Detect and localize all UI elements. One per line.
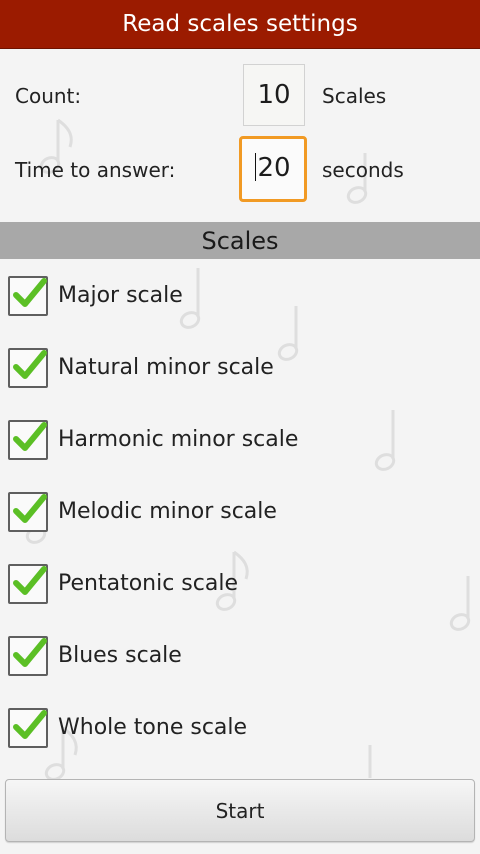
title-bar: Read scales settings [0, 0, 480, 49]
checkbox[interactable] [8, 420, 48, 460]
checkmark-icon [13, 350, 47, 379]
scales-section-header: Scales [0, 222, 480, 259]
scales-heading: Scales [201, 226, 279, 255]
scale-option-label: Pentatonic scale [58, 571, 238, 596]
checkbox[interactable] [8, 708, 48, 748]
scale-option-row[interactable]: Melodic minor scale [0, 484, 480, 540]
checkmark-icon [13, 566, 47, 595]
scale-option-label: Natural minor scale [58, 355, 274, 380]
scale-option-label: Blues scale [58, 643, 182, 668]
scale-option-row[interactable]: Whole tone scale [0, 700, 480, 756]
count-unit: Scales [322, 84, 387, 108]
time-input[interactable]: 20 [239, 136, 307, 202]
scale-option-row[interactable]: Major scale [0, 268, 480, 324]
checkmark-icon [13, 710, 47, 739]
checkmark-icon [13, 278, 47, 307]
checkmark-icon [13, 422, 47, 451]
scale-option-row[interactable]: Natural minor scale [0, 340, 480, 396]
count-label: Count: [15, 84, 82, 108]
time-setting-row: Time to answer: 20 seconds [0, 136, 480, 202]
page-title: Read scales settings [122, 11, 358, 37]
checkbox[interactable] [8, 492, 48, 532]
scale-option-row[interactable]: Harmonic minor scale [0, 412, 480, 468]
checkbox[interactable] [8, 276, 48, 316]
time-unit: seconds [322, 158, 404, 182]
checkmark-icon [13, 494, 47, 523]
count-value: 10 [257, 80, 291, 110]
scale-option-row[interactable]: Pentatonic scale [0, 556, 480, 612]
time-label: Time to answer: [15, 158, 176, 182]
checkbox[interactable] [8, 348, 48, 388]
checkbox[interactable] [8, 636, 48, 676]
scale-option-label: Major scale [58, 283, 183, 308]
scale-option-label: Harmonic minor scale [58, 427, 299, 452]
count-input[interactable]: 10 [243, 64, 305, 126]
scale-option-label: Melodic minor scale [58, 499, 277, 524]
scale-option-row[interactable]: Blues scale [0, 628, 480, 684]
checkbox[interactable] [8, 564, 48, 604]
time-value: 20 [257, 153, 291, 183]
checkmark-icon [13, 638, 47, 667]
start-button[interactable]: Start [5, 779, 475, 842]
count-setting-row: Count: 10 Scales [0, 64, 480, 128]
start-button-label: Start [215, 798, 265, 823]
settings-screen: Read scales settings Count: 10 Scales Ti… [0, 0, 480, 854]
scale-option-label: Whole tone scale [58, 715, 248, 740]
